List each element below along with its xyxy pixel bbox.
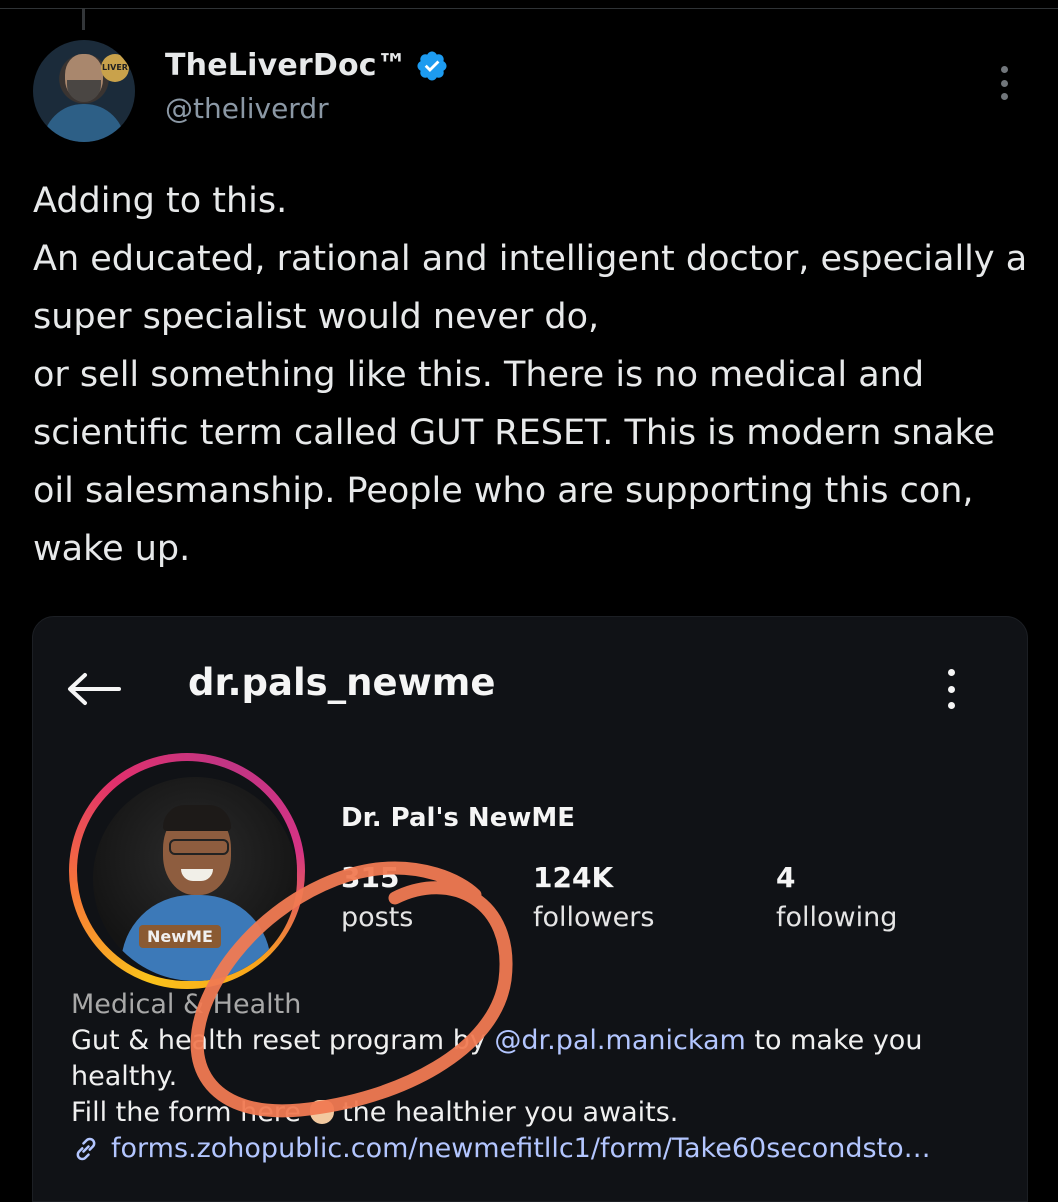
- tweet-text: Adding to this. An educated, rational an…: [33, 181, 1028, 569]
- story-ring: NewME: [69, 753, 305, 989]
- more-options-icon[interactable]: [992, 66, 1016, 100]
- ig-full-name: Dr. Pal's NewME: [341, 803, 575, 833]
- bio-line-2-prefix: Fill the form here: [71, 1097, 310, 1128]
- posts-count: 315: [341, 861, 400, 894]
- ig-profile-picture: NewME: [93, 777, 297, 981]
- bio-link: forms.zohopublic.com/newmefitllc1/form/T…: [71, 1131, 1011, 1167]
- bio-line-1-prefix: Gut & health reset program by: [71, 1025, 495, 1056]
- thread-connector-line: [82, 8, 85, 30]
- bio-line-2: Fill the form here the healthier you awa…: [71, 1095, 1011, 1131]
- verified-badge-icon: [417, 50, 447, 81]
- stat-following: 4 following: [776, 861, 897, 933]
- author-handle[interactable]: @theliverdr: [165, 92, 329, 125]
- author-display-name[interactable]: TheLiverDoc™: [165, 48, 407, 83]
- stat-posts: 315 posts: [341, 861, 413, 933]
- author-avatar[interactable]: LIVER: [33, 40, 135, 142]
- following-count: 4: [776, 861, 796, 894]
- attached-image[interactable]: dr.pals_newme NewME Dr. Pal's NewME 315 …: [32, 616, 1028, 1202]
- bio-line-2-suffix: the healthier you awaits.: [333, 1097, 679, 1128]
- posts-label: posts: [341, 902, 414, 933]
- bio-link-text: forms.zohopublic.com/newmefitllc1/form/T…: [111, 1133, 931, 1164]
- author-name-row: TheLiverDoc™: [165, 48, 449, 83]
- ig-bio: Medical & Health Gut & health reset prog…: [71, 987, 1011, 1167]
- ig-username: dr.pals_newme: [188, 661, 496, 704]
- link-icon: [76, 1137, 96, 1161]
- stat-followers: 124K followers: [533, 861, 654, 933]
- top-divider: [0, 0, 1058, 9]
- bio-line-1: Gut & health reset program by @dr.pal.ma…: [71, 1023, 1011, 1095]
- bio-category: Medical & Health: [71, 989, 302, 1020]
- profile-logo: NewME: [139, 925, 221, 948]
- following-label: following: [776, 902, 898, 933]
- followers-count: 124K: [533, 861, 614, 894]
- followers-label: followers: [533, 902, 655, 933]
- pointing-hand-emoji-icon: [309, 1100, 334, 1124]
- avatar-badge: LIVER: [101, 54, 129, 82]
- ig-more-options-icon: [945, 669, 957, 709]
- back-arrow-icon: [68, 673, 121, 705]
- bio-mention: @dr.pal.manickam: [494, 1025, 746, 1056]
